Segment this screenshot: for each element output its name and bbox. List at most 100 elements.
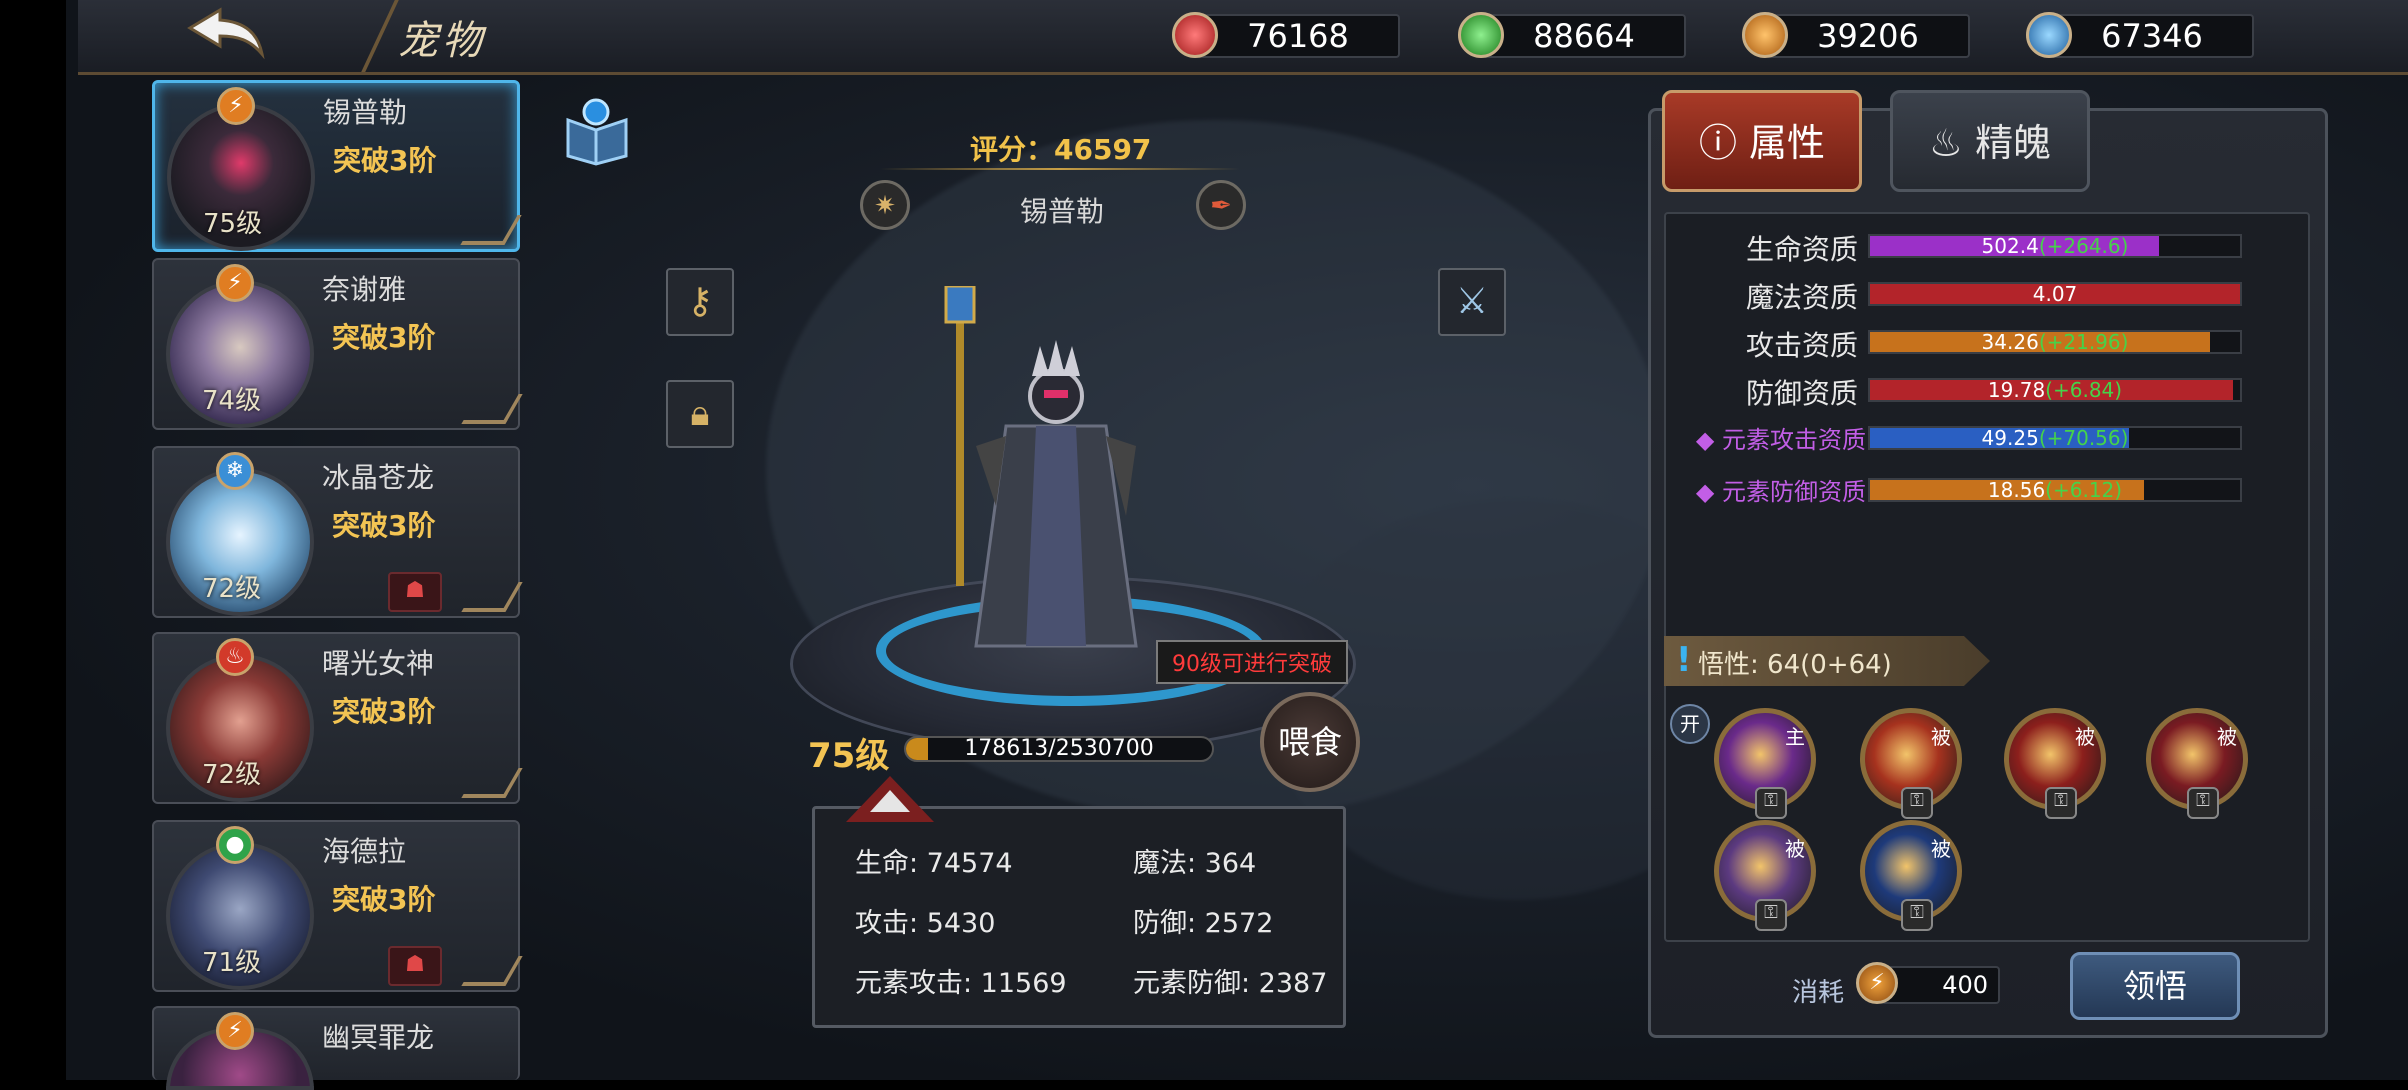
stats-panel: 生命: 74574 魔法: 364 攻击: 5430 防御: 2572 元素攻击… bbox=[812, 806, 1346, 1028]
skill-slot-icon[interactable]: 被 ⚿ bbox=[1860, 820, 1962, 931]
tab-attributes-label: 属性 bbox=[1749, 121, 1826, 165]
tab-soul-label: 精魄 bbox=[1975, 121, 2052, 165]
stat-elemental-defense: 元素防御: 2387 bbox=[1133, 968, 1328, 999]
pet-handbook-button[interactable] bbox=[562, 96, 632, 166]
exclamation-icon: ! bbox=[1676, 640, 1692, 680]
stat-hp: 生命: 74574 bbox=[855, 848, 1013, 879]
attribute-bonus: (+6.12) bbox=[2045, 478, 2123, 502]
equipment-sword-button[interactable]: ⚔ bbox=[1438, 268, 1506, 336]
resource-orange: 39206 bbox=[1742, 12, 2002, 58]
skill-slot-icon[interactable]: 被 ⚿ bbox=[1714, 820, 1816, 931]
exp-progress-text: 178613/2530700 bbox=[964, 736, 1154, 761]
lightning-gem-icon: ⚡ bbox=[1856, 962, 1898, 1004]
tab-attributes[interactable]: ⓘ 属性 bbox=[1662, 90, 1862, 192]
stat-defense: 防御: 2572 bbox=[1133, 908, 1274, 939]
pet-list-item-2[interactable]: ⚡ 74级 奈谢雅 突破3阶 bbox=[152, 258, 523, 430]
stat-elemental-attack: 元素攻击: 11569 bbox=[855, 968, 1067, 999]
pet-level: 75级 bbox=[203, 209, 263, 239]
snowflake-element-icon: ❄ bbox=[216, 452, 254, 490]
tab-soul[interactable]: ♨ 精魄 bbox=[1890, 90, 2090, 192]
skill-type-tag: 被 bbox=[2217, 725, 2237, 749]
attribute-bonus: (+6.84) bbox=[2045, 378, 2123, 402]
lock-icon: ⚿ bbox=[1755, 899, 1787, 931]
stat-mp: 魔法: 364 bbox=[1133, 848, 1257, 879]
skill-slot-icon[interactable]: 被 ⚿ bbox=[2004, 708, 2106, 819]
pet-list-item-1[interactable]: ⚡ 75级 锡普勒 突破3阶 bbox=[152, 80, 522, 252]
feed-button[interactable]: 喂食 bbox=[1260, 692, 1360, 792]
attribute-bar: 18.56(+6.12) bbox=[1868, 478, 2242, 502]
green-gem-icon bbox=[1458, 12, 1504, 58]
pet-character-model bbox=[944, 286, 1138, 648]
demon-badge-icon: ☗ bbox=[388, 572, 442, 612]
lock-icon: ⚿ bbox=[1755, 787, 1787, 819]
attribute-value: 18.56(+6.12) bbox=[1987, 478, 2123, 502]
resource-red: 76168 bbox=[1172, 12, 1432, 58]
lightning-element-icon: ⚡ bbox=[216, 264, 254, 302]
resource-blue-value: 67346 bbox=[2050, 14, 2254, 58]
corner-decoration bbox=[461, 768, 523, 798]
lock-icon: ⚿ bbox=[2045, 787, 2077, 819]
pet-list-item-4[interactable]: ♨ 72级 曙光女神 突破3阶 bbox=[152, 632, 523, 804]
book-icon bbox=[566, 98, 628, 166]
skill-slot-icon[interactable]: 被 ⚿ bbox=[1860, 708, 1962, 819]
pet-stage: 突破3阶 bbox=[332, 883, 436, 916]
attribute-bonus: (+70.56) bbox=[2038, 426, 2129, 450]
comprehend-button[interactable]: 领悟 bbox=[2070, 952, 2240, 1020]
pet-list-item-3[interactable]: ❄ 72级 冰晶苍龙 突破3阶 ☗ bbox=[152, 446, 523, 618]
pet-level: 72级 bbox=[202, 574, 262, 604]
corner-decoration bbox=[461, 394, 523, 424]
stat-attack: 攻击: 5430 bbox=[855, 908, 996, 939]
attribute-bar: 19.78(+6.84) bbox=[1868, 378, 2242, 402]
score-divider bbox=[880, 168, 1240, 170]
lightning-element-icon: ⚡ bbox=[217, 87, 255, 125]
attribute-value: 4.07 bbox=[2032, 282, 2078, 306]
padlock-icon: 🔒︎ bbox=[690, 393, 710, 434]
selected-pet-name: 锡普勒 bbox=[1020, 195, 1105, 228]
pet-stage: 突破3阶 bbox=[332, 695, 436, 728]
pet-list-item-5[interactable]: ● 71级 海德拉 突破3阶 ☗ bbox=[152, 820, 523, 992]
corner-decoration bbox=[461, 956, 523, 986]
compass-icon[interactable]: ✷ bbox=[860, 180, 910, 230]
corner-decoration bbox=[460, 215, 522, 245]
attribute-value: 502.4(+264.6) bbox=[1981, 234, 2129, 258]
resource-green: 88664 bbox=[1458, 12, 1718, 58]
pet-name: 曙光女神 bbox=[322, 647, 435, 680]
skill-type-tag: 被 bbox=[1931, 725, 1951, 749]
pet-level: 72级 bbox=[202, 760, 262, 790]
corner-decoration bbox=[461, 582, 523, 612]
sword-icon: ⚔ bbox=[1455, 281, 1489, 322]
back-button[interactable] bbox=[180, 4, 270, 60]
pet-stage: 突破3阶 bbox=[332, 509, 436, 542]
rename-quill-icon[interactable]: ✒ bbox=[1196, 180, 1246, 230]
lock-icon: ⚿ bbox=[2187, 787, 2219, 819]
skill-slot-icon[interactable]: 主 ⚿ bbox=[1714, 708, 1816, 819]
page-title: 宠物 bbox=[398, 18, 486, 64]
orange-lightning-gem-icon bbox=[1742, 12, 1788, 58]
attribute-label: 魔法资质 bbox=[1745, 281, 1858, 314]
skill-slot-icon[interactable]: 被 ⚿ bbox=[2146, 708, 2248, 819]
cost-label: 消耗 bbox=[1792, 978, 1845, 1008]
pet-name: 冰晶苍龙 bbox=[322, 461, 435, 494]
water-drop-element-icon: ● bbox=[216, 826, 254, 864]
pet-name: 锡普勒 bbox=[323, 96, 408, 129]
resource-red-value: 76168 bbox=[1196, 14, 1400, 58]
skill-type-tag: 被 bbox=[1785, 837, 1805, 861]
lock-button[interactable]: 🔒︎ bbox=[666, 380, 734, 448]
pet-list-item-6[interactable]: ⚡ 幽冥罪龙 bbox=[152, 1006, 520, 1090]
key-button[interactable]: ⚷ bbox=[666, 268, 734, 336]
cost-value: 400 bbox=[1880, 966, 2000, 1004]
blue-snowflake-gem-icon bbox=[2026, 12, 2072, 58]
demon-badge-icon: ☗ bbox=[388, 946, 442, 986]
info-icon: ⓘ bbox=[1698, 121, 1737, 165]
attribute-label: 防御资质 bbox=[1745, 377, 1858, 410]
open-toggle[interactable]: 开 bbox=[1670, 704, 1710, 744]
pet-level-large: 75级 bbox=[808, 736, 890, 776]
skill-type-tag: 被 bbox=[2075, 725, 2095, 749]
pet-stage: 突破3阶 bbox=[332, 321, 436, 354]
resource-green-value: 88664 bbox=[1482, 14, 1686, 58]
attribute-value: 19.78(+6.84) bbox=[1987, 378, 2123, 402]
flame-icon: ♨ bbox=[1928, 121, 1963, 165]
attribute-label: ◆ 元素防御资质 bbox=[1695, 478, 1866, 506]
attribute-bonus: (+21.96) bbox=[2038, 330, 2129, 354]
score-text: 评分：46597 bbox=[970, 133, 1152, 166]
